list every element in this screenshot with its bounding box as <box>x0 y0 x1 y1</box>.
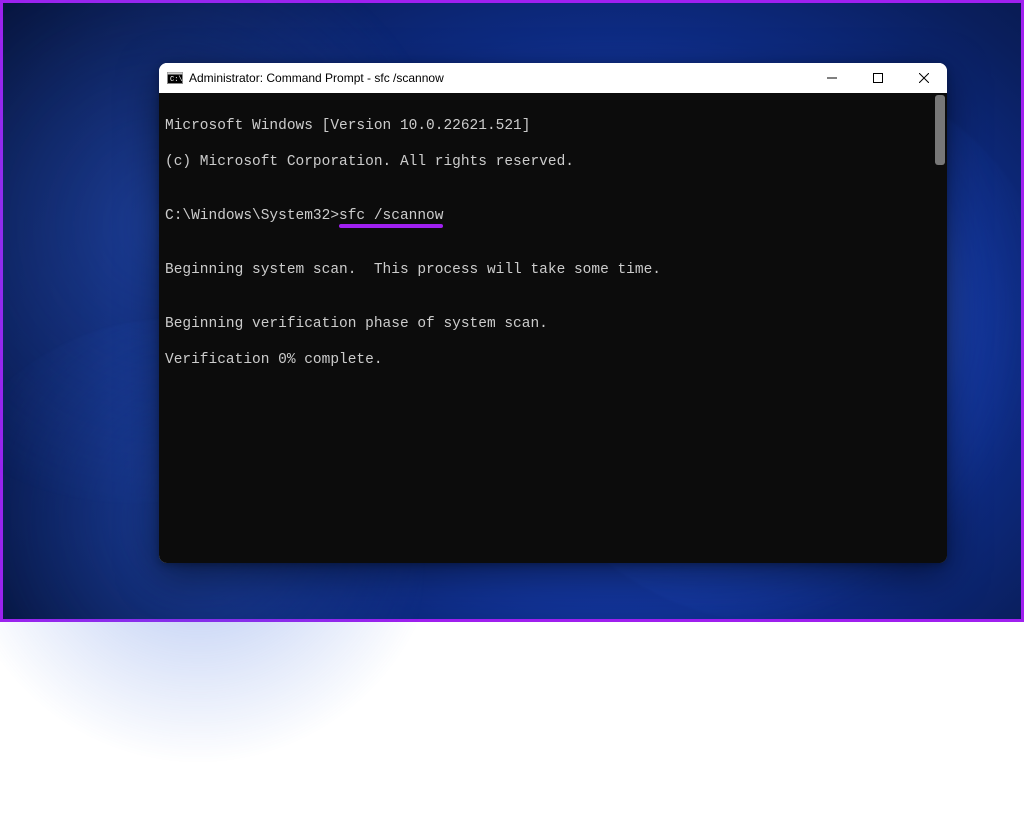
command-prompt-window: C:\ Administrator: Command Prompt - sfc … <box>159 63 947 563</box>
terminal-line: Verification 0% complete. <box>165 351 927 369</box>
close-button[interactable] <box>901 63 947 93</box>
minimize-button[interactable] <box>809 63 855 93</box>
terminal-area[interactable]: Microsoft Windows [Version 10.0.22621.52… <box>159 93 947 563</box>
maximize-button[interactable] <box>855 63 901 93</box>
vertical-scrollbar[interactable] <box>933 93 947 563</box>
terminal-line: Beginning verification phase of system s… <box>165 315 927 333</box>
terminal-line: Microsoft Windows [Version 10.0.22621.52… <box>165 117 927 135</box>
terminal-prompt-line: C:\Windows\System32>sfc /scannow <box>165 207 927 225</box>
scrollbar-thumb[interactable] <box>935 95 945 165</box>
terminal-line: Beginning system scan. This process will… <box>165 261 927 279</box>
window-controls <box>809 63 947 93</box>
window-title: Administrator: Command Prompt - sfc /sca… <box>189 71 809 85</box>
terminal-line: (c) Microsoft Corporation. All rights re… <box>165 153 927 171</box>
svg-text:C:\: C:\ <box>170 76 183 84</box>
prompt-path: C:\Windows\System32> <box>165 208 339 224</box>
prompt-command: sfc /scannow <box>339 207 443 225</box>
window-titlebar[interactable]: C:\ Administrator: Command Prompt - sfc … <box>159 63 947 93</box>
terminal-output[interactable]: Microsoft Windows [Version 10.0.22621.52… <box>159 93 933 563</box>
cmd-app-icon: C:\ <box>167 70 183 86</box>
